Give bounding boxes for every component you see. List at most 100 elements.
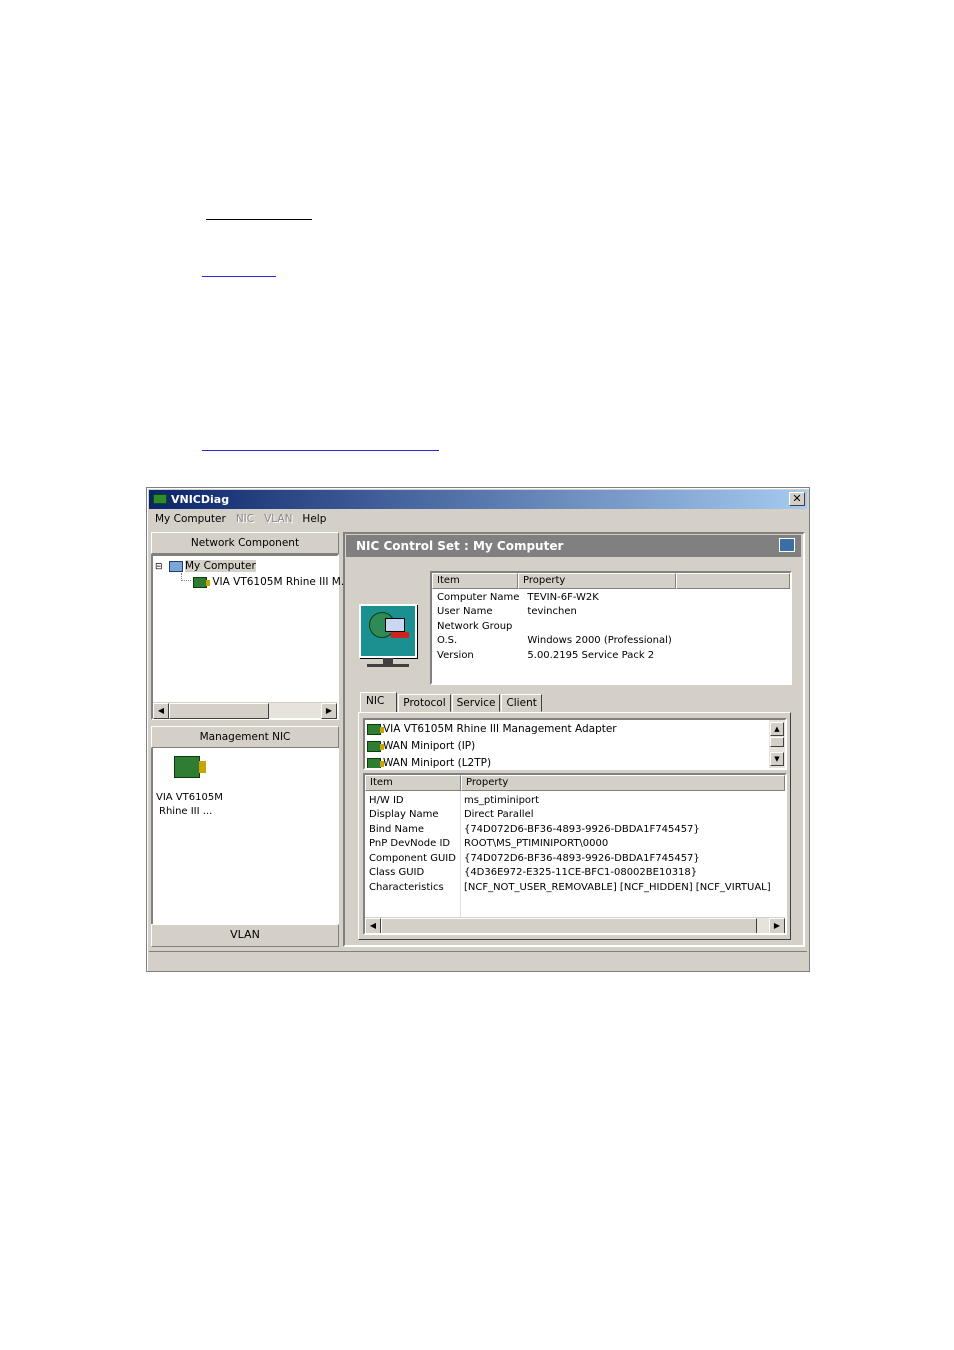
- table-row[interactable]: Component GUID {74D072D6-BF36-4893-9926-D…: [365, 851, 785, 866]
- list-item-label: WAN Miniport (L2TP): [383, 757, 492, 769]
- nic-icon: [367, 723, 384, 735]
- scroll-up-button[interactable]: ▲: [770, 722, 784, 736]
- table-row[interactable]: User Name tevinchen: [433, 605, 703, 620]
- row-item-cell: Characteristics: [369, 881, 444, 893]
- scroll-down-button[interactable]: ▼: [770, 752, 784, 766]
- nic-icon: [367, 757, 384, 768]
- row-item-cell: Computer Name: [437, 591, 520, 603]
- page-link-underline-2[interactable]: [202, 450, 439, 451]
- menu-help[interactable]: Help: [298, 511, 332, 529]
- app-icon: [153, 494, 167, 504]
- column-property[interactable]: Property: [461, 775, 785, 791]
- row-item-cell: PnP DevNode ID: [369, 838, 451, 850]
- nic-icon: [193, 576, 210, 588]
- list-item-label: WAN Miniport (IP): [383, 740, 476, 752]
- network-component-header[interactable]: Network Component: [151, 532, 339, 554]
- window-title: VNICDiag: [171, 493, 230, 506]
- page-underline-1: [206, 219, 312, 220]
- table-row[interactable]: Class GUID {4D36E972-E325-11CE-BFC1-08002…: [365, 866, 785, 881]
- row-property-cell: [NCF_NOT_USER_REMOVABLE] [NCF_HIDDEN] [N…: [463, 881, 771, 893]
- row-property-cell: ms_ptiminiport: [463, 794, 540, 806]
- vlan-button[interactable]: VLAN: [151, 924, 339, 947]
- scroll-left-button[interactable]: ◀: [365, 918, 381, 933]
- table-row[interactable]: Computer Name TEVIN-6F-W2K: [433, 590, 703, 605]
- table-row[interactable]: Bind Name {74D072D6-BF36-4893-9926-DBDA1F…: [365, 822, 785, 837]
- menu-my-computer[interactable]: My Computer: [151, 511, 232, 529]
- tree-item-label: My Computer: [185, 560, 256, 572]
- menu-bar: My Computer NIC VLAN Help: [151, 511, 332, 529]
- row-item-cell: User Name: [437, 606, 493, 618]
- network-tree: ⊟ My Computer VIA VT6105M Rhine III M. ◀…: [151, 554, 344, 720]
- tree-hscroll[interactable]: ◀ ▶: [153, 702, 337, 719]
- tab-protocol[interactable]: Protocol: [398, 694, 451, 712]
- property-list-header: Item Property: [365, 775, 785, 791]
- management-nic-header[interactable]: Management NIC: [151, 726, 339, 748]
- row-property-cell: {74D072D6-BF36-4893-9926-DBDA1F745457}: [463, 852, 700, 864]
- tab-nic[interactable]: NIC: [360, 692, 398, 713]
- tab-service[interactable]: Service: [451, 694, 501, 712]
- row-item-cell: Class GUID: [369, 867, 425, 879]
- table-row[interactable]: Version 5.00.2195 Service Pack 2: [433, 648, 703, 663]
- row-item-cell: Network Group: [437, 620, 513, 632]
- scroll-thumb[interactable]: [770, 737, 784, 747]
- computer-network-icon: [359, 604, 417, 658]
- table-row[interactable]: PnP DevNode ID ROOT\MS_PTIMINIPORT\0000: [365, 837, 785, 852]
- list-item[interactable]: WAN Miniport (L2TP): [367, 757, 492, 769]
- row-property-cell: {4D36E972-E325-11CE-BFC1-08002BE10318}: [463, 867, 698, 879]
- vnicdiag-window: VNICDiag ✕ My Computer NIC VLAN Help Net…: [146, 487, 810, 972]
- list-item[interactable]: VIA VT6105M Rhine III Management Adapter: [367, 723, 617, 735]
- row-property-cell: TEVIN-6F-W2K: [527, 591, 599, 603]
- table-row[interactable]: Display Name Direct Parallel: [365, 808, 785, 823]
- computer-info-table: Computer Name TEVIN-6F-W2K User Name tevinc…: [433, 590, 703, 663]
- row-property-cell: 5.00.2195 Service Pack 2: [527, 649, 655, 661]
- table-row[interactable]: Network Group: [433, 619, 703, 634]
- row-property-cell: {74D072D6-BF36-4893-9926-DBDA1F745457}: [463, 823, 700, 835]
- table-row[interactable]: Characteristics [NCF_NOT_USER_REMOVABLE] …: [365, 880, 785, 895]
- control-set-title: NIC Control Set : My Computer: [356, 539, 564, 553]
- title-bar[interactable]: VNICDiag ✕: [149, 490, 807, 509]
- tree-item-nic[interactable]: VIA VT6105M Rhine III M.: [193, 575, 344, 589]
- row-property-cell: Windows 2000 (Professional): [527, 635, 672, 647]
- nic-list: VIA VT6105M Rhine III Management Adapter…: [363, 718, 787, 770]
- scroll-thumb[interactable]: [381, 918, 757, 933]
- list-item[interactable]: WAN Miniport (IP): [367, 740, 475, 752]
- scroll-left-button[interactable]: ◀: [153, 703, 169, 719]
- column-item[interactable]: Item: [432, 573, 518, 589]
- cable-icon: [391, 632, 409, 638]
- table-row[interactable]: H/W ID ms_ptiminiport: [365, 793, 785, 808]
- pc-screen-icon: [385, 618, 405, 632]
- row-property-cell: tevinchen: [527, 606, 577, 618]
- property-hscroll[interactable]: ◀ ▶: [365, 917, 785, 933]
- close-button[interactable]: ✕: [789, 492, 805, 506]
- tab-client[interactable]: Client: [501, 694, 542, 712]
- menu-nic[interactable]: NIC: [232, 511, 260, 529]
- network-card-icon[interactable]: [174, 756, 206, 778]
- property-list: Item Property H/W ID ms_ptiminiport Displa…: [363, 773, 787, 935]
- property-table: H/W ID ms_ptiminiport Display Name Direct P…: [365, 793, 785, 895]
- mgmt-nic-label-1: VIA VT6105M: [156, 792, 223, 803]
- scroll-right-button[interactable]: ▶: [321, 703, 337, 719]
- tree-expander[interactable]: ⊟: [155, 560, 163, 574]
- tree-item-label: VIA VT6105M Rhine III M.: [212, 576, 345, 588]
- scroll-thumb[interactable]: [169, 703, 269, 719]
- tree-item-my-computer[interactable]: My Computer: [169, 559, 256, 573]
- list-item-label: VIA VT6105M Rhine III Management Adapter: [383, 723, 617, 735]
- nic-icon: [367, 740, 384, 752]
- row-property-cell: Direct Parallel: [463, 809, 534, 821]
- column-divider: [460, 791, 461, 919]
- row-item-cell: Component GUID: [369, 852, 456, 864]
- scroll-right-button[interactable]: ▶: [769, 918, 785, 933]
- nic-control-set-header: NIC Control Set : My Computer: [346, 535, 801, 557]
- column-item[interactable]: Item: [365, 775, 461, 791]
- menu-vlan[interactable]: VLAN: [260, 511, 298, 529]
- column-empty[interactable]: [676, 573, 790, 589]
- column-property[interactable]: Property: [518, 573, 676, 589]
- row-item-cell: Display Name: [369, 809, 439, 821]
- row-item-cell: Bind Name: [369, 823, 425, 835]
- nic-list-vscroll[interactable]: ▲ ▼: [769, 720, 785, 768]
- page-link-underline-1[interactable]: [202, 276, 276, 277]
- row-property-cell: [523, 619, 703, 634]
- row-item-cell: O.S.: [437, 635, 458, 647]
- table-row[interactable]: O.S. Windows 2000 (Professional): [433, 634, 703, 649]
- tab-strip: NIC Protocol Service Client: [360, 691, 543, 713]
